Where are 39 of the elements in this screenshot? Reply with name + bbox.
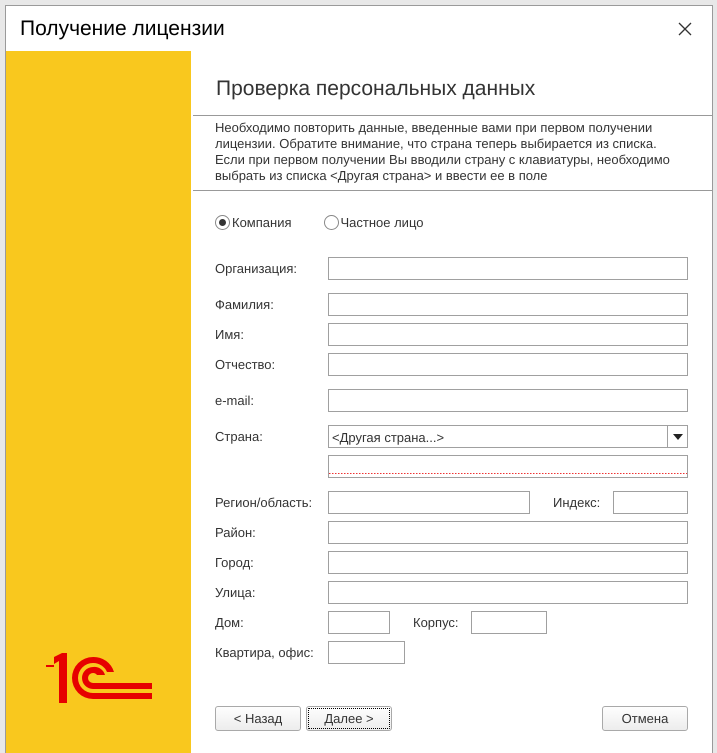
field-label: Квартира, офис: (215, 644, 315, 662)
input-field[interactable] (328, 455, 688, 478)
radio-option[interactable]: Компания (215, 212, 292, 232)
input-field[interactable] (328, 491, 530, 514)
input-field[interactable] (328, 641, 405, 664)
description-text: Необходимо повторить данные, введенные вами при первом получении лицензии. Обратите внимание, что страна теперь выбирается из списка. Если при первом получении Вы вводили страну с клавиатуры, необходимо выбрать из списка <Другая страна> и ввести ее в поле (193, 114, 712, 190)
input-field[interactable] (328, 551, 688, 574)
input-field[interactable] (328, 611, 390, 634)
input-field[interactable] (470, 611, 547, 634)
field-label: Организация: (215, 260, 298, 278)
next-button[interactable]: Далее > (306, 706, 392, 731)
field-label: Улица: (215, 584, 257, 602)
back-button[interactable]: < Назад (215, 706, 301, 731)
field-label: Индекс: (553, 494, 600, 512)
cancel-button[interactable]: Отмена (602, 706, 688, 731)
radio-option[interactable]: Частное лицо (324, 212, 424, 232)
field-label: Дом: (215, 614, 245, 632)
close-button[interactable] (676, 20, 694, 38)
page-title: Проверка персональных данных (216, 76, 536, 102)
input-field[interactable] (328, 257, 688, 280)
field-label: e-mail: (215, 392, 256, 410)
input-field[interactable] (613, 491, 688, 514)
input-field[interactable] (328, 323, 688, 346)
input-field[interactable] (328, 581, 688, 604)
dropdown-arrow-icon[interactable] (672, 434, 682, 440)
field-label: Город: (215, 554, 255, 572)
field-label: Имя: (215, 326, 245, 344)
input-field[interactable] (328, 293, 688, 316)
dropdown-field[interactable]: <Другая страна...> (328, 425, 688, 448)
field-label: Корпус: (413, 614, 459, 632)
field-label: Район: (215, 524, 257, 542)
window-title: Получение лицензии (20, 16, 225, 42)
field-label: Отчество: (215, 356, 276, 374)
field-label: Страна: (215, 428, 264, 446)
input-field[interactable] (328, 521, 688, 544)
field-label: Регион/область: (215, 494, 314, 512)
input-field[interactable] (328, 353, 688, 376)
input-field[interactable] (328, 389, 688, 412)
field-label: Фамилия: (215, 296, 275, 314)
